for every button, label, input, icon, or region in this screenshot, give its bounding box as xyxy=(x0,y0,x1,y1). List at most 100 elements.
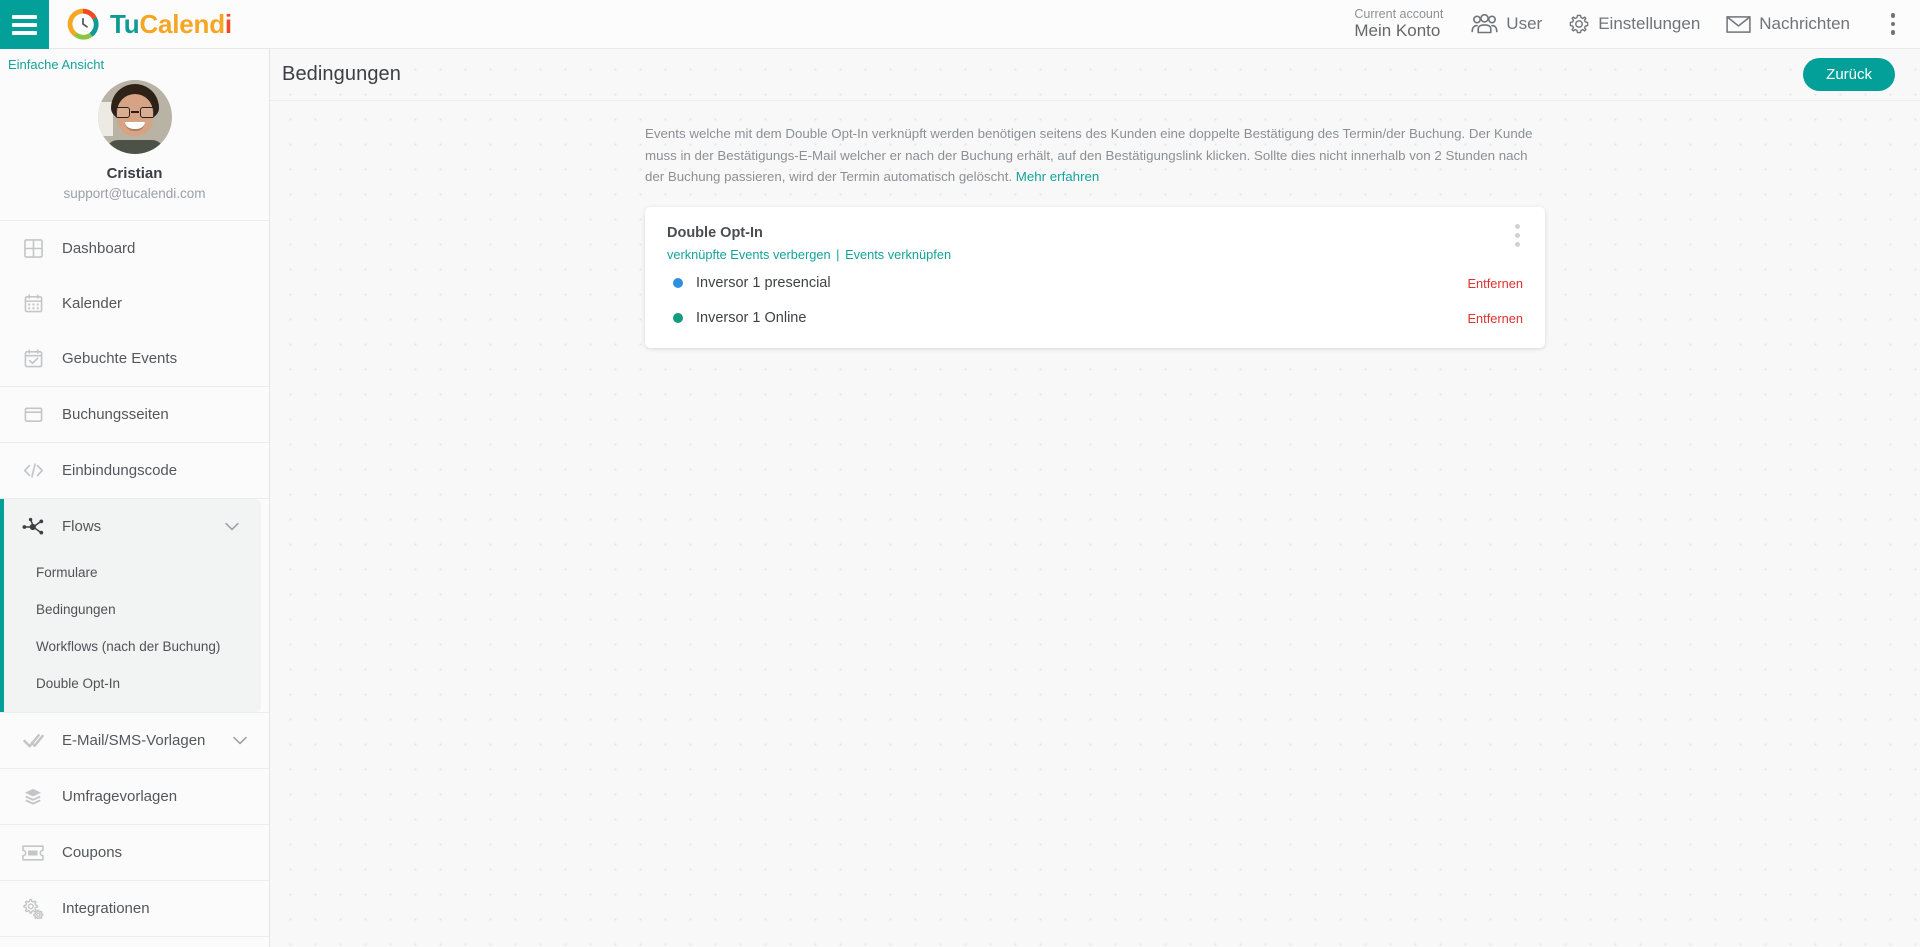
chevron-down-icon[interactable] xyxy=(225,522,239,531)
profile-email: support@tucalendi.com xyxy=(63,186,206,201)
hamburger-bar xyxy=(12,14,37,19)
double-check-icon xyxy=(22,730,44,752)
current-account-value: Mein Konto xyxy=(1354,21,1441,41)
remove-event-link[interactable]: Entfernen xyxy=(1468,311,1524,326)
event-name: Inversor 1 Online xyxy=(696,310,807,327)
list-item[interactable]: Inversor 1 presencial Entfernen xyxy=(645,269,1545,297)
kebab-dot xyxy=(1514,233,1520,239)
kebab-dot xyxy=(1890,21,1896,27)
topnav-item-nachrichten[interactable]: Nachrichten xyxy=(1726,14,1850,34)
profile-name: Cristian xyxy=(106,165,163,182)
grid-icon xyxy=(22,238,44,260)
kebab-dot xyxy=(1890,30,1896,35)
current-account[interactable]: Current account Mein Konto xyxy=(1354,7,1445,40)
ticket-icon xyxy=(22,842,44,864)
kebab-dot xyxy=(1514,242,1520,248)
kebab-vertical-icon[interactable] xyxy=(1505,219,1529,253)
avatar-lens-left xyxy=(114,107,130,118)
event-color-dot xyxy=(673,313,683,324)
list-item[interactable]: Inversor 1 Online Entfernen xyxy=(645,304,1545,332)
topnav-item-einstellungen[interactable]: Einstellungen xyxy=(1568,13,1700,35)
sidebar: Einfache Ansicht Cristian support@tucale… xyxy=(0,49,270,947)
sidebar-item-integrationen[interactable]: Integrationen xyxy=(0,881,269,936)
sidebar-item-dashboard[interactable]: Dashboard xyxy=(0,221,269,276)
simple-view-link[interactable]: Einfache Ansicht xyxy=(0,49,104,72)
intro-learn-more-link[interactable]: Mehr erfahren xyxy=(1016,169,1100,184)
calendar-check-icon xyxy=(22,348,44,370)
sidebar-item-coupons[interactable]: Coupons xyxy=(0,825,269,880)
brand-text: TuCalendi xyxy=(110,9,232,40)
topbar-right-group: Current account Mein Konto User Einstell… xyxy=(1354,0,1920,48)
users-icon xyxy=(1471,14,1498,34)
topnav-label-user: User xyxy=(1506,14,1543,33)
brand-text-part2: Calend xyxy=(139,8,225,39)
kebab-vertical-icon[interactable] xyxy=(1880,7,1906,41)
window-icon xyxy=(22,404,44,426)
calendar-icon xyxy=(22,293,44,315)
top-bar: TuCalendi Current account Mein Konto Use… xyxy=(0,0,1920,49)
hamburger-bar xyxy=(12,30,37,35)
current-account-label: Current account xyxy=(1354,7,1444,22)
sidebar-subitem-double-opt-in[interactable]: Double Opt-In xyxy=(4,665,261,702)
sidebar-label-einbindungscode: Einbindungscode xyxy=(62,462,178,480)
connect-events-link[interactable]: Events verknüpfen xyxy=(845,247,951,262)
sidebar-label-coupons: Coupons xyxy=(62,844,123,862)
sidebar-item-tucalendi-plaene[interactable]: TuCalendi Pläne xyxy=(0,937,269,947)
remove-event-link[interactable]: Entfernen xyxy=(1468,276,1524,291)
event-color-dot xyxy=(673,278,683,289)
sidebar-item-kalender[interactable]: Kalender xyxy=(0,276,269,331)
sidebar-label-flows: Flows xyxy=(62,518,102,536)
topnav-label-nachrichten: Nachrichten xyxy=(1759,14,1850,33)
sidebar-item-buchungsseiten[interactable]: Buchungsseiten xyxy=(0,387,269,442)
topnav-label-einstellungen: Einstellungen xyxy=(1598,14,1701,33)
sidebar-label-umfragevorlagen: Umfragevorlagen xyxy=(62,788,178,806)
tucalendi-logo-icon xyxy=(67,8,99,40)
sidebar-label-kalender: Kalender xyxy=(62,295,123,313)
intro-text: Events welche mit dem Double Opt-In verk… xyxy=(645,123,1545,188)
kebab-dot xyxy=(1514,224,1520,230)
sidebar-label-dashboard: Dashboard xyxy=(62,240,136,258)
envelope-icon xyxy=(1726,15,1751,33)
back-button[interactable]: Zurück xyxy=(1803,58,1895,91)
kebab-dot xyxy=(1890,13,1896,18)
avatar[interactable] xyxy=(97,80,172,154)
main-content: Bedingungen Zurück Events welche mit dem… xyxy=(270,49,1920,947)
link-separator: | xyxy=(832,247,844,263)
sidebar-label-buchungsseiten: Buchungsseiten xyxy=(62,406,169,424)
topnav-item-user[interactable]: User xyxy=(1471,14,1542,34)
sidebar-subitem-formulare[interactable]: Formulare xyxy=(4,554,261,591)
chevron-down-icon[interactable] xyxy=(233,736,247,745)
layers-icon xyxy=(22,786,44,808)
avatar-lens-right xyxy=(139,107,155,118)
page-title: Bedingungen xyxy=(282,63,401,85)
sidebar-label-integrationen: Integrationen xyxy=(62,900,150,918)
sidebar-item-gebuchte-events[interactable]: Gebuchte Events xyxy=(0,331,269,386)
brand-text-part3: i xyxy=(224,8,232,39)
content-wrap: Events welche mit dem Double Opt-In verk… xyxy=(270,101,1920,349)
sidebar-subitem-workflows[interactable]: Workflows (nach der Buchung) xyxy=(4,628,261,665)
gears-icon xyxy=(22,898,44,920)
sidebar-subitem-bedingungen[interactable]: Bedingungen xyxy=(4,591,261,628)
code-icon xyxy=(22,460,44,482)
flows-icon xyxy=(22,516,44,538)
hide-linked-events-link[interactable]: verknüpfte Events verbergen xyxy=(667,247,831,262)
main-header: Bedingungen Zurück xyxy=(270,49,1920,101)
sidebar-item-flows[interactable]: Flows xyxy=(4,499,261,554)
card-title: Double Opt-In xyxy=(667,224,763,241)
sidebar-label-email-sms-vorlagen: E-Mail/SMS-Vorlagen xyxy=(62,732,206,750)
sidebar-label-gebuchte-events: Gebuchte Events xyxy=(62,350,178,368)
avatar-shirt xyxy=(105,140,164,154)
hamburger-bar xyxy=(12,22,37,27)
hamburger-icon[interactable] xyxy=(0,0,49,49)
brand-logo[interactable]: TuCalendi xyxy=(49,0,232,48)
sidebar-item-email-sms-vorlagen[interactable]: E-Mail/SMS-Vorlagen xyxy=(0,713,269,768)
sidebar-profile: Cristian support@tucalendi.com xyxy=(0,74,269,220)
avatar-bridge xyxy=(130,111,139,113)
sidebar-item-einbindungscode[interactable]: Einbindungscode xyxy=(0,443,269,498)
avatar-glasses xyxy=(114,107,156,118)
brand-text-part1: Tu xyxy=(110,8,140,39)
card-links: verknüpfte Events verbergen | Events ver… xyxy=(645,244,1545,262)
sidebar-item-umfragevorlagen[interactable]: Umfragevorlagen xyxy=(0,769,269,824)
event-name: Inversor 1 presencial xyxy=(696,275,831,292)
